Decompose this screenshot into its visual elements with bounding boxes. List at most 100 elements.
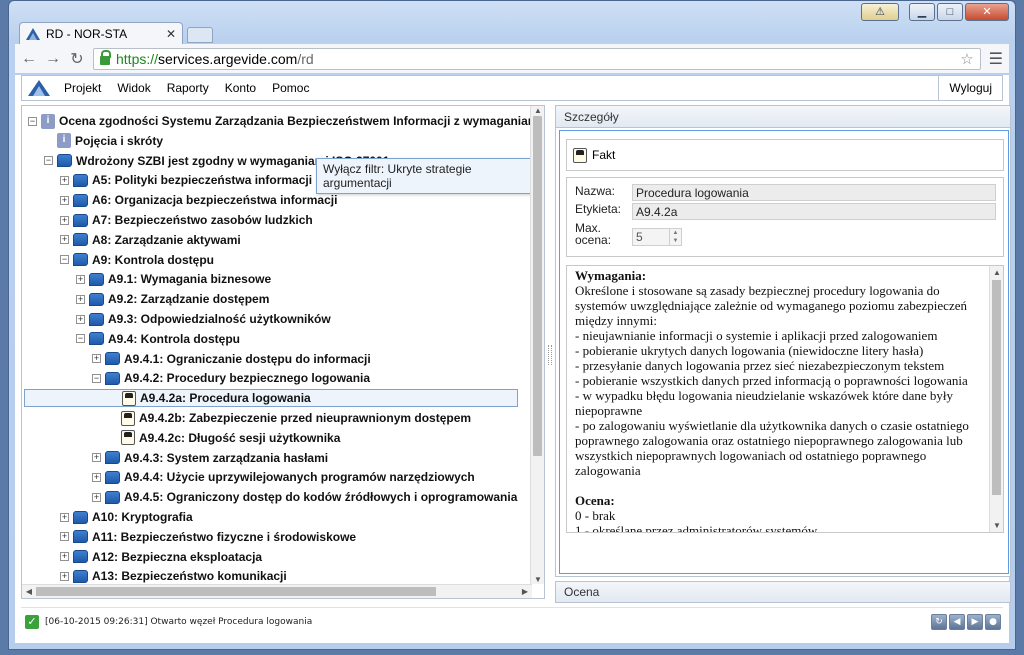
desc-scroll-down-icon[interactable]: ▼ (990, 521, 1003, 530)
tree-node[interactable]: + A9.2: Zarządzanie dostępem (76, 290, 269, 308)
details-panel: Szczegóły Fakt Nazwa: Procedura logowani… (555, 105, 1011, 577)
description-line: 1 - określane przez administratorów syst… (575, 523, 818, 533)
tree-node[interactable]: + A10: Kryptografia (60, 508, 193, 526)
tree-node[interactable]: A9.4.2c: Długość sesji użytkownika (108, 429, 340, 447)
name-field[interactable]: Procedura logowania (632, 184, 996, 201)
tree-node[interactable]: − A9.4.2: Procedury bezpiecznego logowani… (92, 369, 370, 387)
expand-icon[interactable]: + (60, 175, 69, 185)
close-window-button[interactable]: ✕ (965, 3, 1009, 21)
tree-node-selected[interactable]: A9.4.2a: Procedura logowania (24, 389, 518, 408)
filter-tooltip[interactable]: Wyłącz filtr: Ukryte strategie argumenta… (316, 158, 544, 194)
scroll-left-icon[interactable]: ◀ (22, 585, 36, 598)
scroll-right-icon[interactable]: ▶ (518, 585, 532, 598)
next-icon[interactable]: ▶ (967, 613, 983, 630)
user-icon[interactable]: ● (985, 613, 1001, 630)
desc-scroll-up-icon[interactable]: ▲ (990, 268, 1003, 277)
claim-icon (73, 173, 88, 187)
max-score-stepper[interactable]: 5 ▲ ▼ (632, 228, 682, 246)
tree-node[interactable]: + A9.4.5: Ograniczony dostęp do kodów źró… (92, 488, 517, 506)
tree-node[interactable]: + A12: Bezpieczna eksploatacja (60, 548, 262, 566)
expand-icon[interactable]: + (60, 552, 69, 562)
expand-icon[interactable]: + (60, 571, 69, 581)
expand-icon[interactable]: + (92, 492, 101, 502)
logout-button[interactable]: Wyloguj (938, 76, 1002, 100)
description-line: - pobieranie wszystkich danych przed inf… (575, 373, 968, 388)
menu-raporty[interactable]: Raporty (159, 81, 217, 95)
stepper-arrows-icon[interactable]: ▲ ▼ (669, 229, 681, 245)
tree-node[interactable]: + A9.4.3: System zarządzania hasłami (92, 449, 328, 467)
description-line: 0 - brak (575, 508, 616, 523)
description-scrollbar[interactable]: ▲ ▼ (989, 266, 1003, 532)
close-tab-icon[interactable]: ✕ (166, 27, 176, 41)
new-tab-button[interactable] (187, 27, 213, 43)
fact-icon (573, 147, 587, 163)
collapse-icon[interactable]: − (76, 334, 85, 344)
tree-node[interactable]: + A5: Polityki bezpieczeństwa informacji (60, 171, 312, 189)
tree-node[interactable]: + A9.4.4: Użycie uprzywilejowanych progra… (92, 468, 475, 486)
scroll-thumb[interactable] (533, 116, 542, 456)
tree-vertical-scrollbar[interactable]: ▲ ▼ (530, 106, 544, 584)
expand-icon[interactable]: + (60, 512, 69, 522)
description-line: systemów uwzględniające zależnie od wyma… (575, 298, 967, 313)
scroll-up-icon[interactable]: ▲ (531, 106, 544, 115)
tree-node-label: A10: Kryptografia (92, 510, 193, 524)
tree-node[interactable]: A9.4.2b: Zabezpieczenie przed nieuprawni… (108, 409, 471, 427)
hscroll-thumb[interactable] (36, 587, 436, 596)
expand-icon[interactable]: + (60, 235, 69, 245)
tree-node[interactable]: + A9.4.1: Ograniczanie dostępu do informa… (92, 350, 371, 368)
tag-field[interactable]: A9.4.2a (632, 203, 996, 220)
tree-node[interactable]: i Pojęcia i skróty (44, 132, 163, 150)
expand-icon[interactable]: + (76, 274, 85, 284)
expand-icon[interactable]: + (60, 195, 69, 205)
description-box[interactable]: Wymagania: Określone i stosowane są zasad… (566, 265, 1004, 533)
tree-node-label: A9: Kontrola dostępu (92, 252, 214, 267)
tree-node[interactable]: + A8: Zarządzanie aktywami (60, 231, 241, 249)
expand-icon[interactable]: + (76, 314, 85, 324)
scroll-down-icon[interactable]: ▼ (531, 575, 544, 584)
forward-icon[interactable]: → (45, 50, 61, 68)
collapse-icon[interactable]: − (60, 255, 69, 265)
tree-node[interactable]: + A11: Bezpieczeństwo fizyczne i środowis… (60, 528, 356, 546)
browser-menu-icon[interactable]: ☰ (989, 49, 1003, 69)
refresh-icon[interactable]: ↻ (931, 613, 947, 630)
ocena-panel-header[interactable]: Ocena (555, 581, 1011, 603)
browser-window: ⚠ ▁ □ ✕ RD - NOR-STA ✕ ← → ↻ https://ser… (8, 0, 1016, 650)
tree-node[interactable]: + A9.3: Odpowiedzialność użytkowników (76, 310, 331, 328)
minimize-button[interactable]: ▁ (909, 3, 935, 21)
collapse-icon[interactable]: − (28, 116, 37, 126)
tree-node[interactable]: − A9.4: Kontrola dostępu (76, 330, 240, 348)
desc-scroll-thumb[interactable] (992, 280, 1001, 495)
browser-toolbar: ← → ↻ https://services.argevide.com/rd ☆… (15, 44, 1009, 74)
tree-node-label: A6: Organizacja bezpieczeństwa informacj… (92, 193, 338, 208)
maximize-button[interactable]: □ (937, 3, 963, 21)
expand-icon[interactable]: + (60, 215, 69, 225)
expand-icon[interactable]: + (60, 532, 69, 542)
tree-node[interactable]: + A6: Organizacja bezpieczeństwa informac… (60, 191, 337, 209)
bookmark-star-icon[interactable]: ☆ (960, 50, 973, 68)
tree-node[interactable]: − A9: Kontrola dostępu (60, 251, 214, 269)
menu-konto[interactable]: Konto (217, 81, 264, 95)
tree-node[interactable]: − i Ocena zgodności Systemu Zarządzania Be… (28, 112, 544, 130)
menu-widok[interactable]: Widok (109, 81, 158, 95)
tree-node[interactable]: + A9.1: Wymagania biznesowe (76, 270, 271, 288)
tree-node[interactable]: + A13: Bezpieczeństwo komunikacji (60, 567, 287, 585)
expand-icon[interactable]: + (92, 354, 101, 364)
expand-icon[interactable]: + (92, 472, 101, 482)
profile-icon[interactable]: ⚠ (861, 3, 899, 21)
tree-node[interactable]: + A7: Bezpieczeństwo zasobów ludzkich (60, 211, 313, 229)
menu-projekt[interactable]: Projekt (56, 81, 109, 95)
reload-icon[interactable]: ↻ (69, 49, 85, 69)
collapse-icon[interactable]: − (92, 373, 101, 383)
panel-splitter[interactable] (548, 345, 552, 365)
address-bar[interactable]: https://services.argevide.com/rd ☆ (93, 47, 981, 70)
collapse-icon[interactable]: − (44, 156, 53, 166)
expand-icon[interactable]: + (76, 294, 85, 304)
browser-tab-active[interactable]: RD - NOR-STA ✕ (19, 22, 183, 44)
prev-icon[interactable]: ◀ (949, 613, 965, 630)
details-header[interactable]: Szczegóły (556, 106, 1010, 128)
expand-icon[interactable]: + (92, 453, 101, 463)
menu-pomoc[interactable]: Pomoc (264, 81, 317, 95)
back-icon[interactable]: ← (21, 50, 37, 68)
tree-horizontal-scrollbar[interactable]: ◀ ▶ (22, 584, 532, 598)
